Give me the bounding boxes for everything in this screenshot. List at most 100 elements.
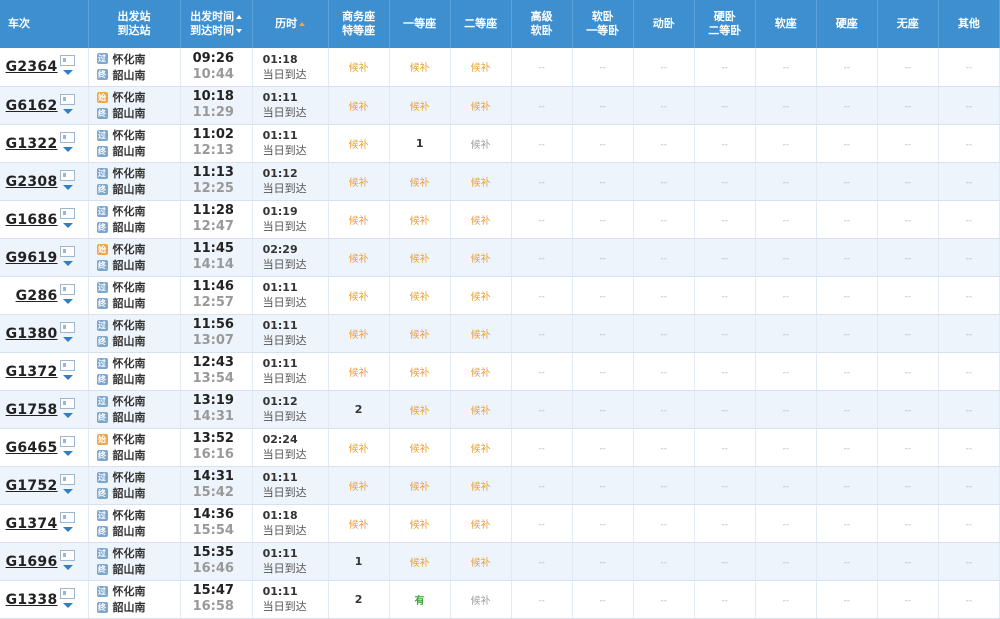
chevron-down-icon[interactable] [62,450,73,456]
second-seat-status[interactable]: 候补 [471,558,491,569]
second-seat-status[interactable]: 候补 [471,368,491,379]
business-seat-status[interactable]: 候补 [349,444,369,455]
business-seat-cell[interactable]: 候补 [328,466,390,505]
business-seat-status[interactable]: 候补 [349,292,369,303]
table-row[interactable]: G1752 过 怀化南 终 韶山南 14:31 15:42 01:11 当日到达… [0,466,1000,505]
first-seat-cell[interactable]: 1 [389,124,451,163]
second-seat-status[interactable]: 候补 [471,406,491,417]
table-row[interactable]: G1758 过 怀化南 终 韶山南 13:19 14:31 01:12 当日到达… [0,390,1000,429]
train-info-icon[interactable] [59,207,75,219]
business-seat-cell[interactable]: 候补 [328,314,390,353]
first-seat-status[interactable]: 候补 [410,63,430,74]
business-seat-status[interactable]: 候补 [349,520,369,531]
first-seat-cell[interactable]: 候补 [389,48,451,87]
second-seat-status[interactable]: 候补 [471,596,491,607]
chevron-down-icon[interactable] [62,488,73,494]
first-seat-cell[interactable]: 候补 [389,314,451,353]
table-row[interactable]: G2364 过 怀化南 终 韶山南 09:26 10:44 01:18 当日到达… [0,48,1000,87]
first-seat-cell[interactable]: 候补 [389,200,451,239]
first-seat-status[interactable]: 候补 [410,406,430,417]
business-seat-status[interactable]: 候补 [349,178,369,189]
second-seat-status[interactable]: 候补 [471,254,491,265]
chevron-down-icon[interactable] [62,602,73,608]
train-info-icon[interactable] [59,93,75,105]
second-seat-cell[interactable]: 候补 [450,390,512,429]
chevron-down-icon[interactable] [62,336,73,342]
train-info-icon[interactable] [59,131,75,143]
business-seat-status[interactable]: 候补 [349,254,369,265]
table-row[interactable]: G6465 始 怀化南 终 韶山南 13:52 16:16 02:24 当日到达… [0,428,1000,467]
chevron-down-icon[interactable] [62,298,73,304]
second-seat-cell[interactable]: 候补 [450,162,512,201]
table-row[interactable]: G1322 过 怀化南 终 韶山南 11:02 12:13 01:11 当日到达… [0,124,1000,163]
sort-up-icon[interactable] [299,22,306,26]
train-info-icon[interactable] [59,169,75,181]
chevron-down-icon[interactable] [62,564,73,570]
second-seat-status[interactable]: 候补 [471,482,491,493]
train-info-icon[interactable] [59,245,75,257]
business-seat-status[interactable]: 候补 [349,216,369,227]
second-seat-status[interactable]: 候补 [471,444,491,455]
first-seat-status[interactable]: 候补 [410,330,430,341]
train-number-link[interactable]: G1338 [6,592,58,608]
second-seat-status[interactable]: 候补 [471,63,491,74]
business-seat-cell[interactable]: 1 [328,542,390,581]
train-info-icon[interactable] [59,283,75,295]
sort-down-icon[interactable] [236,29,243,33]
business-seat-cell[interactable]: 候补 [328,504,390,543]
train-info-icon[interactable] [59,55,75,66]
train-number-link[interactable]: G1372 [6,364,58,380]
train-number-link[interactable]: G1686 [6,212,58,228]
train-number-link[interactable]: G6162 [6,98,58,114]
table-row[interactable]: G286 过 怀化南 终 韶山南 11:46 12:57 01:11 当日到达 … [0,276,1000,315]
first-seat-cell[interactable]: 候补 [389,352,451,391]
second-seat-cell[interactable]: 候补 [450,86,512,125]
second-seat-cell[interactable]: 候补 [450,48,512,87]
first-seat-cell[interactable]: 候补 [389,86,451,125]
first-seat-status[interactable]: 1 [416,137,424,150]
business-seat-cell[interactable]: 2 [328,580,390,619]
train-info-icon[interactable] [59,397,75,409]
chevron-down-icon[interactable] [62,108,73,114]
train-number-link[interactable]: G286 [16,288,58,304]
train-info-icon[interactable] [59,587,75,599]
train-info-icon[interactable] [59,359,75,371]
second-seat-status[interactable]: 候补 [471,292,491,303]
header-depart-time[interactable]: 出发时间 [190,10,234,23]
first-seat-cell[interactable]: 候补 [389,390,451,429]
first-seat-status[interactable]: 有 [415,596,425,607]
chevron-down-icon[interactable] [62,412,73,418]
first-seat-status[interactable]: 候补 [410,558,430,569]
business-seat-cell[interactable]: 候补 [328,86,390,125]
business-seat-status[interactable]: 候补 [349,63,369,74]
first-seat-status[interactable]: 候补 [410,368,430,379]
second-seat-status[interactable]: 候补 [471,178,491,189]
second-seat-cell[interactable]: 候补 [450,428,512,467]
chevron-down-icon[interactable] [62,260,73,266]
table-row[interactable]: G1338 过 怀化南 终 韶山南 15:47 16:58 01:11 当日到达… [0,580,1000,619]
business-seat-status[interactable]: 1 [355,555,363,568]
sort-up-icon[interactable] [236,15,243,19]
business-seat-status[interactable]: 候补 [349,482,369,493]
second-seat-status[interactable]: 候补 [471,520,491,531]
second-seat-status[interactable]: 候补 [471,330,491,341]
business-seat-cell[interactable]: 候补 [328,162,390,201]
chevron-down-icon[interactable] [62,146,73,152]
table-row[interactable]: G1380 过 怀化南 终 韶山南 11:56 13:07 01:11 当日到达… [0,314,1000,353]
second-seat-cell[interactable]: 候补 [450,200,512,239]
business-seat-cell[interactable]: 候补 [328,48,390,87]
train-info-icon[interactable] [59,473,75,485]
table-row[interactable]: G1374 过 怀化南 终 韶山南 14:36 15:54 01:18 当日到达… [0,504,1000,543]
train-number-link[interactable]: G1374 [6,516,58,532]
second-seat-cell[interactable]: 候补 [450,504,512,543]
train-number-link[interactable]: G1322 [6,136,58,152]
business-seat-cell[interactable]: 候补 [328,276,390,315]
chevron-down-icon[interactable] [62,184,73,190]
first-seat-cell[interactable]: 候补 [389,428,451,467]
second-seat-cell[interactable]: 候补 [450,124,512,163]
first-seat-cell[interactable]: 候补 [389,162,451,201]
table-row[interactable]: G1686 过 怀化南 终 韶山南 11:28 12:47 01:19 当日到达… [0,200,1000,239]
business-seat-status[interactable]: 候补 [349,140,369,151]
header-duration-label[interactable]: 历时 [275,17,297,30]
business-seat-status[interactable]: 2 [355,593,363,606]
